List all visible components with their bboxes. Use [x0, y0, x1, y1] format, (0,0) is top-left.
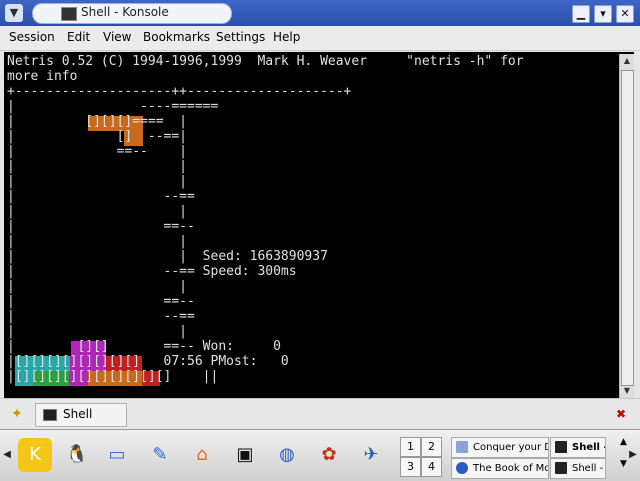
menu-edit[interactable]: Edit	[67, 30, 90, 44]
konsole-window-icon	[61, 7, 77, 21]
home-icon[interactable]: ⌂	[185, 438, 219, 472]
openoffice-icon[interactable]: ✈	[354, 438, 388, 472]
kcontrol-icon[interactable]: ✎	[143, 438, 177, 472]
minimize-button[interactable]: ▁	[572, 5, 590, 23]
firefox-icon[interactable]: ✿	[312, 438, 346, 472]
globe-icon	[456, 462, 468, 474]
desktop-icon[interactable]: ▭	[100, 438, 134, 472]
pager-desktop-3[interactable]: 3	[400, 457, 421, 477]
maximize-icon: ▾	[600, 7, 606, 20]
chevron-up-icon[interactable]: ▲	[620, 437, 627, 447]
desktop-pager: 1 2 3 4	[400, 437, 442, 477]
close-session-icon[interactable]: ✖	[612, 405, 630, 423]
task-label: Shell -	[572, 463, 604, 474]
terminal-scrollbar[interactable]: ▲ ▼	[619, 54, 634, 398]
menubar: Session Edit View Bookmarks Settings Hel…	[0, 26, 640, 51]
terminal-icon	[555, 462, 567, 474]
chevron-down-icon: ▼	[9, 6, 19, 19]
session-tabbar: ✦ Shell ✖	[0, 398, 640, 429]
task-label: The Book of Mo	[473, 463, 549, 474]
pager-desktop-1[interactable]: 1	[400, 437, 421, 457]
terminal-icon	[43, 409, 57, 421]
task-conquer[interactable]: Conquer your D	[451, 437, 549, 458]
task-shell[interactable]: Shell -	[550, 458, 606, 479]
new-session-icon[interactable]: ✦	[7, 405, 27, 423]
scrollbar-thumb[interactable]	[621, 70, 634, 386]
close-button[interactable]: ✕	[616, 5, 634, 23]
menu-bookmarks[interactable]: Bookmarks	[143, 30, 210, 44]
panel-hide-right-icon[interactable]: ▶	[628, 447, 638, 463]
window-title: Shell - Konsole	[81, 5, 169, 19]
task-label: Conquer your D	[473, 442, 549, 453]
tab-label: Shell	[63, 407, 93, 421]
document-icon	[456, 441, 468, 453]
chevron-down-icon[interactable]: ▼	[620, 459, 627, 469]
pager-desktop-2[interactable]: 2	[421, 437, 442, 457]
menu-settings[interactable]: Settings	[216, 30, 265, 44]
minimize-icon: ▁	[576, 7, 586, 20]
task-shell-active[interactable]: Shell -	[550, 437, 606, 458]
pager-desktop-4[interactable]: 4	[421, 457, 442, 477]
maximize-button[interactable]: ▾	[594, 5, 612, 23]
tux-icon[interactable]: 🐧	[60, 438, 94, 472]
menu-help[interactable]: Help	[273, 30, 300, 44]
scroll-up-icon[interactable]: ▲	[620, 54, 634, 68]
panel-hide-left-icon[interactable]: ◀	[2, 447, 12, 463]
task-book[interactable]: The Book of Mo	[451, 458, 549, 479]
terminal-output: Netris 0.52 (C) 1994-1996,1999 Mark H. W…	[7, 54, 524, 384]
window-titlebar[interactable]: ▼ Shell - Konsole ▁ ▾ ✕	[0, 0, 640, 26]
kde-panel: ◀ K 🐧 ▭ ✎ ⌂ ▣ ◍ ✿ ✈ 1 2 3 4 Conquer your…	[0, 429, 640, 481]
kde-menu-icon[interactable]: K	[18, 438, 52, 472]
konsole-icon[interactable]: ▣	[228, 438, 262, 472]
close-icon: ✕	[620, 7, 630, 20]
scroll-down-icon[interactable]: ▼	[620, 384, 634, 398]
menu-session[interactable]: Session	[9, 30, 55, 44]
tab-shell[interactable]: Shell	[35, 403, 127, 427]
terminal-icon	[555, 441, 567, 453]
terminal-view[interactable]: Netris 0.52 (C) 1994-1996,1999 Mark H. W…	[7, 54, 619, 396]
task-label: Shell -	[572, 442, 606, 453]
title-pill: Shell - Konsole	[32, 3, 232, 24]
window-menu-button[interactable]: ▼	[5, 4, 23, 22]
konqueror-icon[interactable]: ◍	[270, 438, 304, 472]
menu-view[interactable]: View	[103, 30, 131, 44]
